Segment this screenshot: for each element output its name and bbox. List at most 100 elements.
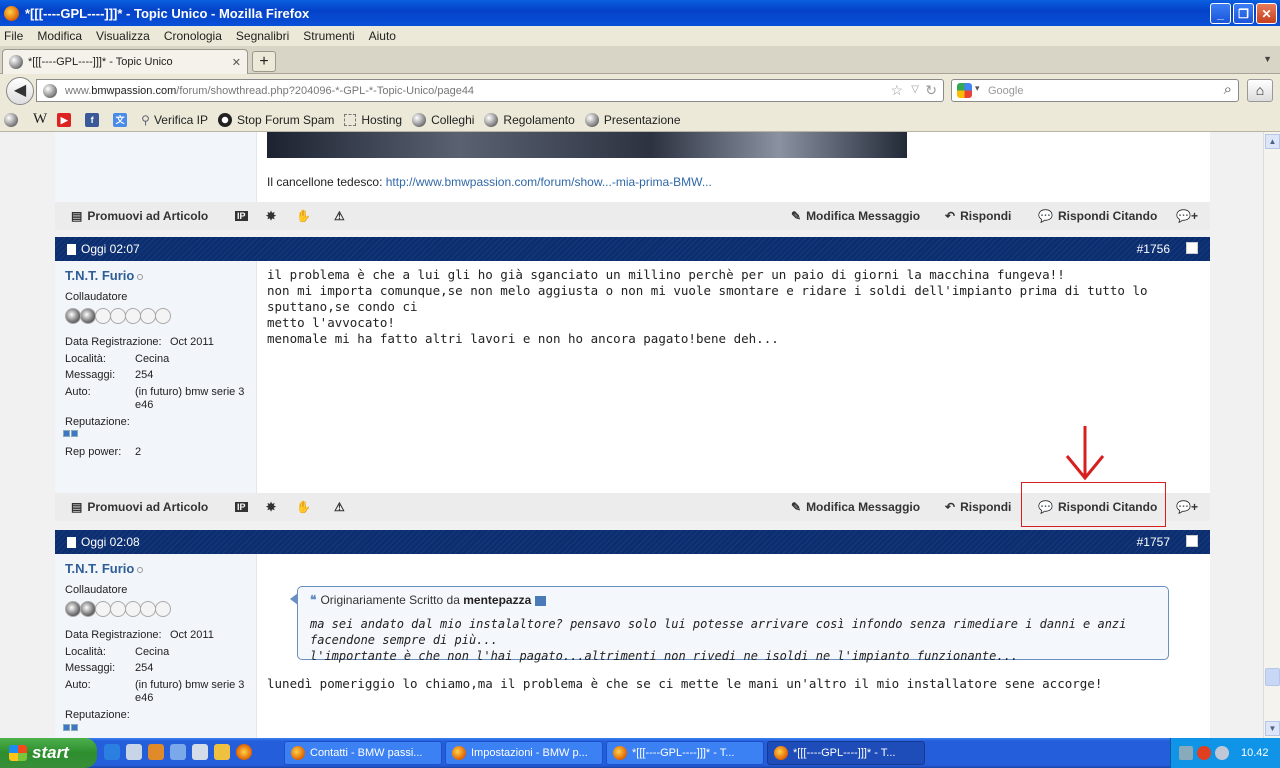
article-icon: ▤ — [71, 209, 83, 223]
youtube-icon: ▶ — [57, 112, 72, 127]
close-tab-icon[interactable]: ✕ — [232, 56, 241, 69]
scroll-up-icon[interactable]: ▲ — [1265, 134, 1280, 149]
post-image[interactable] — [267, 132, 907, 158]
engine-dropdown-icon[interactable]: ▾ — [975, 83, 980, 94]
browser-tab[interactable]: *[[[----GPL----]]]* - Topic Unico ✕ — [2, 49, 248, 74]
thanks-icon[interactable]: ✋ — [296, 209, 311, 223]
post-text: Il cancellone tedesco: http://www.bmwpas… — [267, 175, 712, 189]
ip-icon[interactable]: IP — [235, 502, 248, 512]
start-button[interactable]: start — [0, 738, 97, 768]
rispondi-citando-label: Rispondi Citando — [1057, 209, 1158, 223]
view-post-icon[interactable] — [535, 595, 547, 606]
page-scrollbar[interactable]: ▲ ▼ — [1263, 132, 1280, 738]
report-icon[interactable]: ⚠ — [334, 500, 345, 514]
bookmark-hosting[interactable]: Hosting — [344, 113, 402, 127]
rank-star-icon — [65, 308, 81, 324]
minimize-button[interactable]: _ — [1210, 3, 1231, 24]
user-rank: Collaudatore — [65, 291, 128, 303]
auto-label: Auto: — [65, 386, 91, 398]
reload-icon[interactable]: ↻ — [925, 82, 937, 99]
report-icon[interactable]: ⚠ — [334, 209, 345, 223]
modifica-button[interactable]: ✎ Modifica Messaggio — [791, 209, 920, 223]
menu-modifica[interactable]: Modifica — [37, 29, 82, 43]
reg-label: Data Registrazione: — [65, 336, 162, 348]
bookmark-translate[interactable]: 文 — [113, 112, 131, 127]
tray-icon[interactable] — [1197, 746, 1211, 760]
modifica-label: Modifica Messaggio — [806, 500, 921, 514]
ie-icon[interactable] — [104, 744, 120, 760]
app-icon[interactable] — [148, 744, 164, 760]
bookmark-colleghi[interactable]: Colleghi — [412, 112, 474, 127]
rispondi-button[interactable]: ↶ Rispondi — [945, 500, 1011, 514]
post-number[interactable]: #1756 — [1137, 242, 1170, 256]
taskbar-label: Contatti - BMW passi... — [310, 747, 423, 759]
post-link[interactable]: http://www.bmwpassion.com/forum/show...-… — [386, 175, 712, 189]
menu-aiuto[interactable]: Aiuto — [369, 29, 396, 43]
app-icon[interactable] — [192, 744, 208, 760]
history-dropdown-icon[interactable]: ▽ — [911, 84, 919, 95]
quote-text: ma sei andato dal mio instalaltore? pens… — [310, 616, 1160, 664]
menu-file[interactable]: File — [4, 29, 23, 43]
menu-cronologia[interactable]: Cronologia — [164, 29, 222, 43]
close-button[interactable]: ✕ — [1256, 3, 1277, 24]
rispondi-button[interactable]: ↶ Rispondi — [945, 209, 1011, 223]
menu-strumenti[interactable]: Strumenti — [303, 29, 354, 43]
tab-bar: *[[[----GPL----]]]* - Topic Unico ✕ + ▼ — [0, 46, 1280, 74]
bookmark-presentazione[interactable]: Presentazione — [584, 112, 681, 127]
app-icon[interactable] — [126, 744, 142, 760]
search-bar[interactable]: ▾ Google ⌕ — [951, 79, 1239, 102]
firefox-icon[interactable] — [236, 744, 252, 760]
bmw-icon — [584, 112, 599, 127]
multiquote-icon[interactable]: 💬+ — [1176, 209, 1198, 223]
bookmark-star-icon[interactable]: ☆ — [890, 82, 903, 99]
firefox-icon — [613, 746, 627, 760]
taskbar-item[interactable]: *[[[----GPL----]]]* - T... — [606, 741, 764, 765]
bookmark-bmw[interactable] — [4, 112, 23, 127]
network-icon[interactable] — [1179, 746, 1193, 760]
rispondi-citando-button[interactable]: 💬 Rispondi Citando — [1038, 209, 1157, 223]
bookmark-verifica-ip[interactable]: ⚲ Verifica IP — [141, 113, 208, 127]
bookmark-regolamento[interactable]: Regolamento — [484, 112, 575, 127]
multiquote-icon[interactable]: 💬+ — [1176, 500, 1198, 514]
promuovi-button[interactable]: ▤ Promuovi ad Articolo — [71, 500, 208, 514]
volume-icon[interactable] — [1215, 746, 1229, 760]
site-identity-icon[interactable] — [43, 84, 57, 98]
menu-visualizza[interactable]: Visualizza — [96, 29, 150, 43]
thanks-icon[interactable]: ✋ — [296, 500, 311, 514]
rank-stars — [65, 601, 171, 617]
star-icon[interactable]: ✸ — [266, 209, 276, 223]
app-icon[interactable] — [170, 744, 186, 760]
username-link[interactable]: T.N.T. Furio — [65, 268, 144, 283]
google-icon[interactable] — [957, 83, 972, 98]
taskbar-item[interactable]: Contatti - BMW passi... — [284, 741, 442, 765]
rank-star-icon — [125, 308, 141, 324]
modifica-button[interactable]: ✎ Modifica Messaggio — [791, 500, 920, 514]
bookmark-wikipedia[interactable]: W — [33, 111, 47, 128]
taskbar-label: *[[[----GPL----]]]* - T... — [793, 747, 896, 759]
url-bar[interactable]: www. bmwpassion.com/forum/showthread.php?… — [36, 79, 944, 102]
home-button[interactable]: ⌂ — [1247, 79, 1273, 102]
bookmark-stop-forum-spam[interactable]: Stop Forum Spam — [218, 112, 334, 127]
star-icon[interactable]: ✸ — [266, 500, 276, 514]
menu-segnalibri[interactable]: Segnalibri — [236, 29, 289, 43]
post-select-checkbox[interactable] — [1186, 242, 1198, 254]
promuovi-button[interactable]: ▤ Promuovi ad Articolo — [71, 209, 208, 223]
tab-list-icon[interactable]: ▼ — [1263, 54, 1272, 64]
scroll-down-icon[interactable]: ▼ — [1265, 721, 1280, 736]
username-link[interactable]: T.N.T. Furio — [65, 561, 144, 576]
ip-icon[interactable]: IP — [235, 211, 248, 221]
search-icon[interactable]: ⌕ — [1224, 81, 1232, 98]
taskbar-item-active[interactable]: *[[[----GPL----]]]* - T... — [767, 741, 925, 765]
bookmark-youtube[interactable]: ▶ — [57, 112, 75, 127]
new-tab-button[interactable]: + — [252, 51, 276, 72]
bookmark-facebook[interactable]: f — [85, 112, 103, 127]
taskbar-item[interactable]: Impostazioni - BMW p... — [445, 741, 603, 765]
folder-icon[interactable] — [214, 744, 230, 760]
maximize-button[interactable]: ❐ — [1233, 3, 1254, 24]
scroll-thumb[interactable] — [1265, 668, 1280, 686]
post-message: il problema è che a lui gli ho già sganc… — [267, 267, 1197, 347]
back-button[interactable]: ◀ — [6, 77, 34, 105]
post-number[interactable]: #1757 — [1137, 535, 1170, 549]
bmw-icon — [484, 112, 499, 127]
post-select-checkbox[interactable] — [1186, 535, 1198, 547]
